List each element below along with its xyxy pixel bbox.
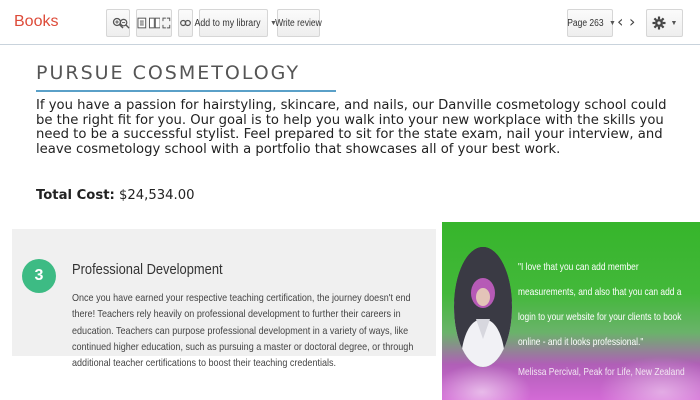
link-button[interactable] <box>178 9 193 37</box>
step-number-badge: 3 <box>22 259 56 293</box>
view-mode-group <box>136 9 172 37</box>
chevron-down-icon: ▼ <box>670 19 678 27</box>
previous-page-icon[interactable]: ‹ <box>617 12 623 31</box>
single-page-view-icon[interactable] <box>137 17 147 29</box>
intro-paragraph: If you have a passion for hairstyling, s… <box>36 98 667 158</box>
testimonial-panel: "I love that you can add member measurem… <box>442 222 700 400</box>
page-title: PURSUE COSMETOLOGY <box>36 62 301 84</box>
zoom-out-button[interactable] <box>117 9 131 37</box>
page-selector[interactable]: Page 263 ▼ <box>567 9 616 37</box>
testimonial-quote: "I love that you can add member measurem… <box>518 261 682 348</box>
testimonial-author: Melissa Percival, Peak for Life, New Zea… <box>518 366 685 378</box>
chevron-down-icon: ▼ <box>608 19 616 27</box>
write-review-button[interactable]: Write review <box>275 9 322 37</box>
total-cost-value: $24,534.00 <box>119 188 195 203</box>
step-description: Once you have earned your respective tea… <box>72 292 414 370</box>
page-label: Page 263 <box>567 17 604 29</box>
next-page-icon[interactable]: › <box>629 12 635 31</box>
step-title: Professional Development <box>72 261 223 278</box>
zoom-out-icon <box>119 18 130 29</box>
link-icon <box>180 19 191 27</box>
total-cost-label: Total Cost: <box>36 188 115 203</box>
avatar-photo <box>454 247 512 367</box>
write-review-label: Write review <box>275 17 322 29</box>
avatar <box>454 247 512 367</box>
two-page-view-icon[interactable] <box>148 17 161 29</box>
fullscreen-icon[interactable] <box>162 17 171 29</box>
gear-icon <box>652 16 666 30</box>
settings-button[interactable]: ▼ <box>646 9 683 37</box>
title-underline <box>36 90 336 92</box>
add-to-library-button[interactable]: Add to my library ▼ <box>195 9 277 37</box>
books-logo[interactable]: Books <box>14 13 58 31</box>
professional-development-card: 3 Professional Development Once you have… <box>12 229 436 369</box>
person-photo-icon <box>454 247 512 367</box>
add-to-library-label: Add to my library <box>194 17 261 29</box>
total-cost: Total Cost: $24,534.00 <box>36 188 195 203</box>
books-toolbar: Books Add to my library ▼ Write review P… <box>0 0 700 45</box>
